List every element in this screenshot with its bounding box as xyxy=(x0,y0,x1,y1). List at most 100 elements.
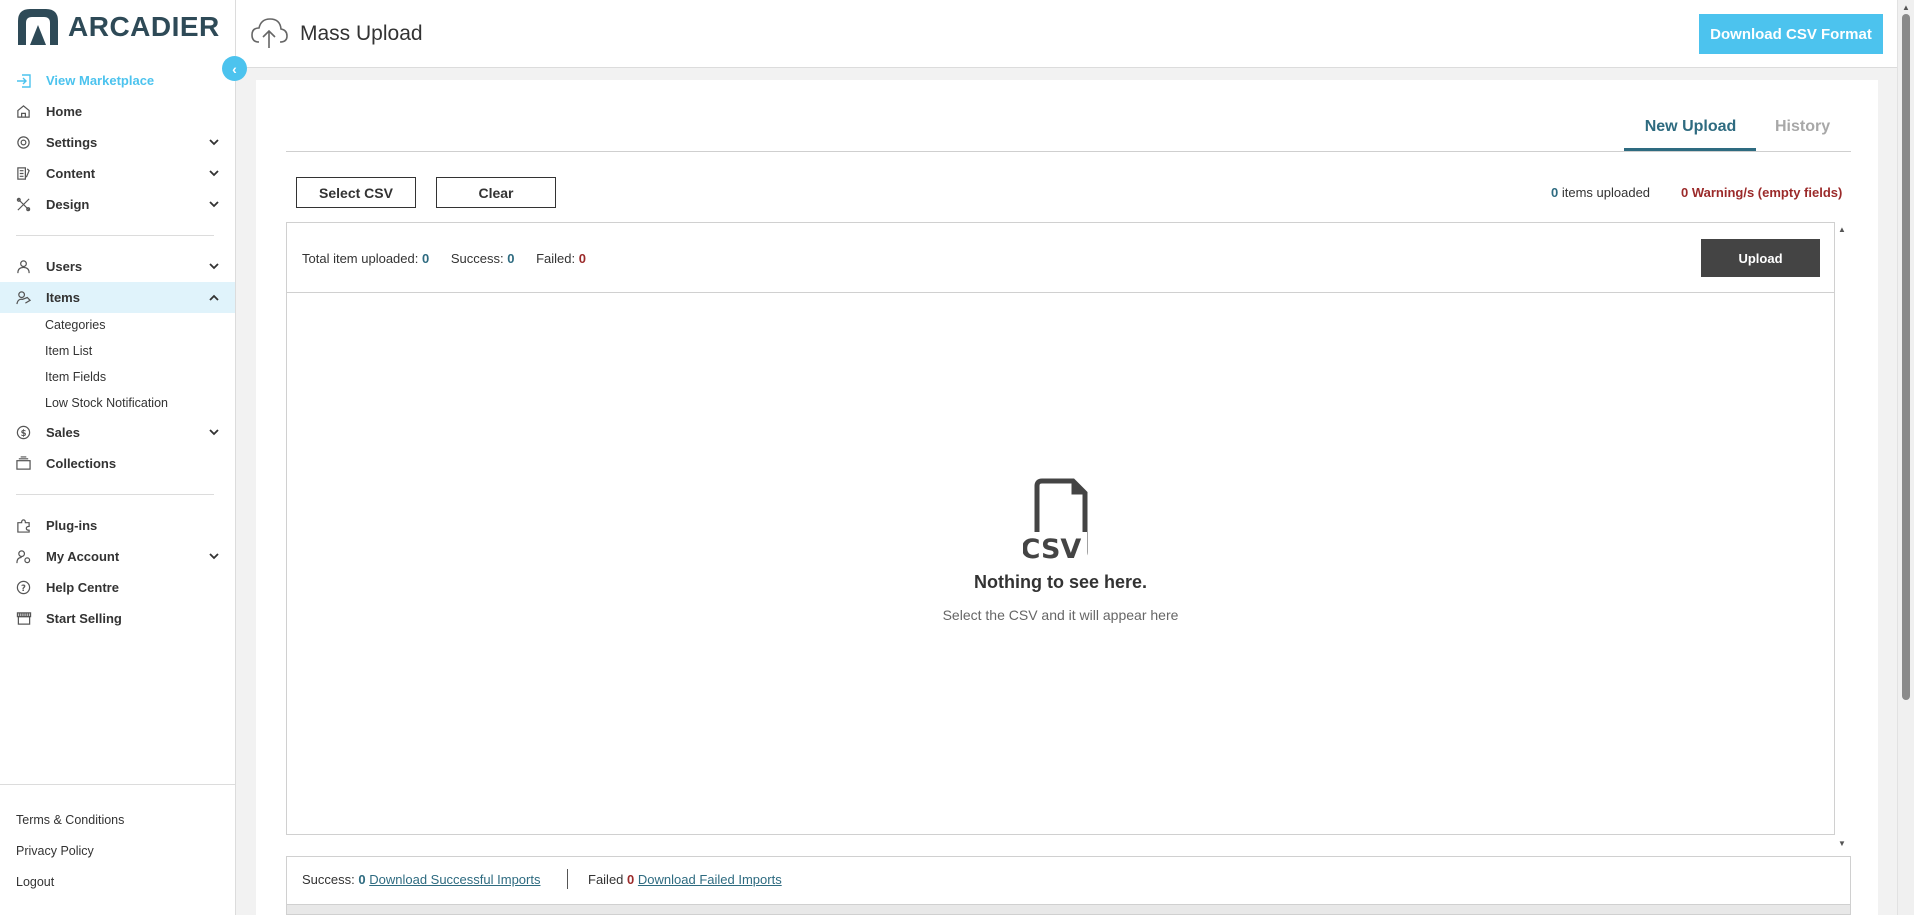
brand-logo[interactable]: ARCADIER xyxy=(16,6,220,48)
empty-state-subtitle: Select the CSV and it will appear here xyxy=(942,607,1179,623)
sidebar-subitem-categories[interactable]: Categories xyxy=(45,318,105,332)
content-icon xyxy=(15,165,32,182)
tab-history[interactable]: History xyxy=(1775,118,1830,136)
enter-icon xyxy=(15,72,32,89)
sidebar-item-design[interactable]: Design xyxy=(0,189,235,220)
home-icon xyxy=(15,103,32,120)
sidebar-item-label: Users xyxy=(46,259,83,274)
svg-text:?: ? xyxy=(21,583,26,593)
failed-value: 0 xyxy=(578,251,586,266)
empty-state-title: Nothing to see here. xyxy=(973,572,1148,592)
design-icon xyxy=(15,196,32,213)
terms-link[interactable]: Terms & Conditions xyxy=(16,813,124,827)
sidebar-item-my-account[interactable]: My Account xyxy=(0,541,235,572)
sidebar-divider xyxy=(16,494,214,495)
arcadier-logo-icon xyxy=(18,9,58,45)
upload-button[interactable]: Upload xyxy=(1701,239,1820,277)
bottom-divider xyxy=(567,869,568,889)
gear-icon xyxy=(15,134,32,151)
panel-scroll-down-icon[interactable]: ▼ xyxy=(1838,839,1846,848)
download-csv-format-button[interactable]: Download CSV Format xyxy=(1699,14,1883,54)
sidebar-subitem-item-list[interactable]: Item List xyxy=(45,344,92,358)
tab-new-upload[interactable]: New Upload xyxy=(1625,118,1756,136)
clear-button[interactable]: Clear xyxy=(436,177,556,208)
sidebar-item-items[interactable]: Items xyxy=(0,282,235,313)
sidebar-item-label: Plug-ins xyxy=(46,518,98,533)
svg-text:$: $ xyxy=(21,428,27,438)
help-icon: ? xyxy=(15,579,32,596)
empty-state: CSV Nothing to see here. Select the CSV … xyxy=(287,478,1834,623)
sidebar-item-label: View Marketplace xyxy=(46,73,155,88)
puzzle-icon xyxy=(15,517,32,534)
brand-name: ARCADIER xyxy=(68,11,220,42)
chevron-down-icon xyxy=(208,168,220,180)
scroll-thumb[interactable] xyxy=(1902,14,1910,700)
cloud-upload-icon xyxy=(251,18,288,48)
download-successful-imports-link[interactable]: Download Successful Imports xyxy=(369,872,540,887)
upload-summary-bar: Total item uploaded: 0 Success: 0 Failed… xyxy=(287,223,1834,293)
sidebar-item-label: Design xyxy=(46,197,90,212)
success-value: 0 xyxy=(507,251,515,266)
panel-scroll-up-icon[interactable]: ▲ xyxy=(1838,225,1846,234)
page-scrollbar[interactable]: ▲ xyxy=(1897,0,1914,915)
bottom-success-label: Success: xyxy=(302,872,355,887)
warnings-stat: 0 Warning/s (empty fields) xyxy=(1681,185,1843,200)
sidebar-item-label: Items xyxy=(46,290,80,305)
scroll-up-icon[interactable]: ▲ xyxy=(1902,3,1910,12)
csv-icon-text: CSV xyxy=(1023,534,1081,564)
success-label: Success: xyxy=(450,251,504,266)
bottom-success-group: Success: 0 Download Successful Imports xyxy=(302,872,540,887)
sidebar-item-sales[interactable]: $ Sales xyxy=(0,417,235,448)
sidebar-item-label: My Account xyxy=(46,549,120,564)
total-uploaded-label: Total item uploaded: xyxy=(302,251,419,266)
collections-icon xyxy=(15,455,32,472)
page-title: Mass Upload xyxy=(300,22,423,45)
page-header: Mass Upload Download CSV Format xyxy=(236,0,1914,68)
sidebar-item-start-selling[interactable]: Start Selling xyxy=(0,603,235,634)
sidebar-item-home[interactable]: Home xyxy=(0,96,235,127)
privacy-link[interactable]: Privacy Policy xyxy=(16,844,94,858)
sidebar-item-users[interactable]: Users xyxy=(0,251,235,282)
tabs-divider xyxy=(286,151,1851,152)
sidebar-item-label: Settings xyxy=(46,135,98,150)
upload-preview-panel: Total item uploaded: 0 Success: 0 Failed… xyxy=(286,222,1835,835)
download-failed-imports-link[interactable]: Download Failed Imports xyxy=(638,872,782,887)
chevron-left-icon: ‹ xyxy=(232,60,237,77)
sidebar-divider xyxy=(16,235,214,236)
bottom-strip xyxy=(286,904,1851,915)
csv-file-icon: CSV xyxy=(1022,478,1087,564)
store-icon xyxy=(15,610,32,627)
collapse-sidebar-button[interactable]: ‹ xyxy=(222,56,247,81)
logout-link[interactable]: Logout xyxy=(16,875,54,889)
sidebar-item-label: Start Selling xyxy=(46,611,122,626)
chevron-down-icon xyxy=(208,199,220,211)
sidebar-item-label: Sales xyxy=(46,425,80,440)
sidebar-subitem-item-fields[interactable]: Item Fields xyxy=(45,370,106,384)
chevron-down-icon xyxy=(208,551,220,563)
sidebar-footer-divider xyxy=(0,784,235,785)
account-icon xyxy=(15,548,32,565)
upload-summary-stats: Total item uploaded: 0 Success: 0 Failed… xyxy=(302,251,604,266)
sidebar-item-label: Collections xyxy=(46,456,117,471)
chevron-up-icon xyxy=(208,292,220,304)
sidebar-item-plug-ins[interactable]: Plug-ins xyxy=(0,510,235,541)
items-uploaded-count: 0 xyxy=(1551,185,1559,200)
items-icon xyxy=(15,289,32,306)
sidebar-item-content[interactable]: Content xyxy=(0,158,235,189)
user-icon xyxy=(15,258,32,275)
bottom-success-value: 0 xyxy=(358,872,366,887)
sidebar: ARCADIER ‹ View Marketplace Home Setting… xyxy=(0,0,247,915)
sidebar-item-view-marketplace[interactable]: View Marketplace xyxy=(0,65,235,96)
sidebar-subitem-low-stock-notification[interactable]: Low Stock Notification xyxy=(45,396,168,410)
items-uploaded-stat: 0 items uploaded xyxy=(1551,185,1650,200)
bottom-failed-value: 0 xyxy=(627,872,635,887)
failed-label: Failed: xyxy=(536,251,576,266)
sidebar-item-label: Content xyxy=(46,166,96,181)
select-csv-button[interactable]: Select CSV xyxy=(296,177,416,208)
total-uploaded-value: 0 xyxy=(421,251,430,266)
chevron-down-icon xyxy=(208,137,220,149)
sidebar-item-help-centre[interactable]: ? Help Centre xyxy=(0,572,235,603)
sidebar-item-collections[interactable]: Collections xyxy=(0,448,235,479)
sidebar-item-settings[interactable]: Settings xyxy=(0,127,235,158)
bottom-failed-label: Failed xyxy=(588,872,624,887)
